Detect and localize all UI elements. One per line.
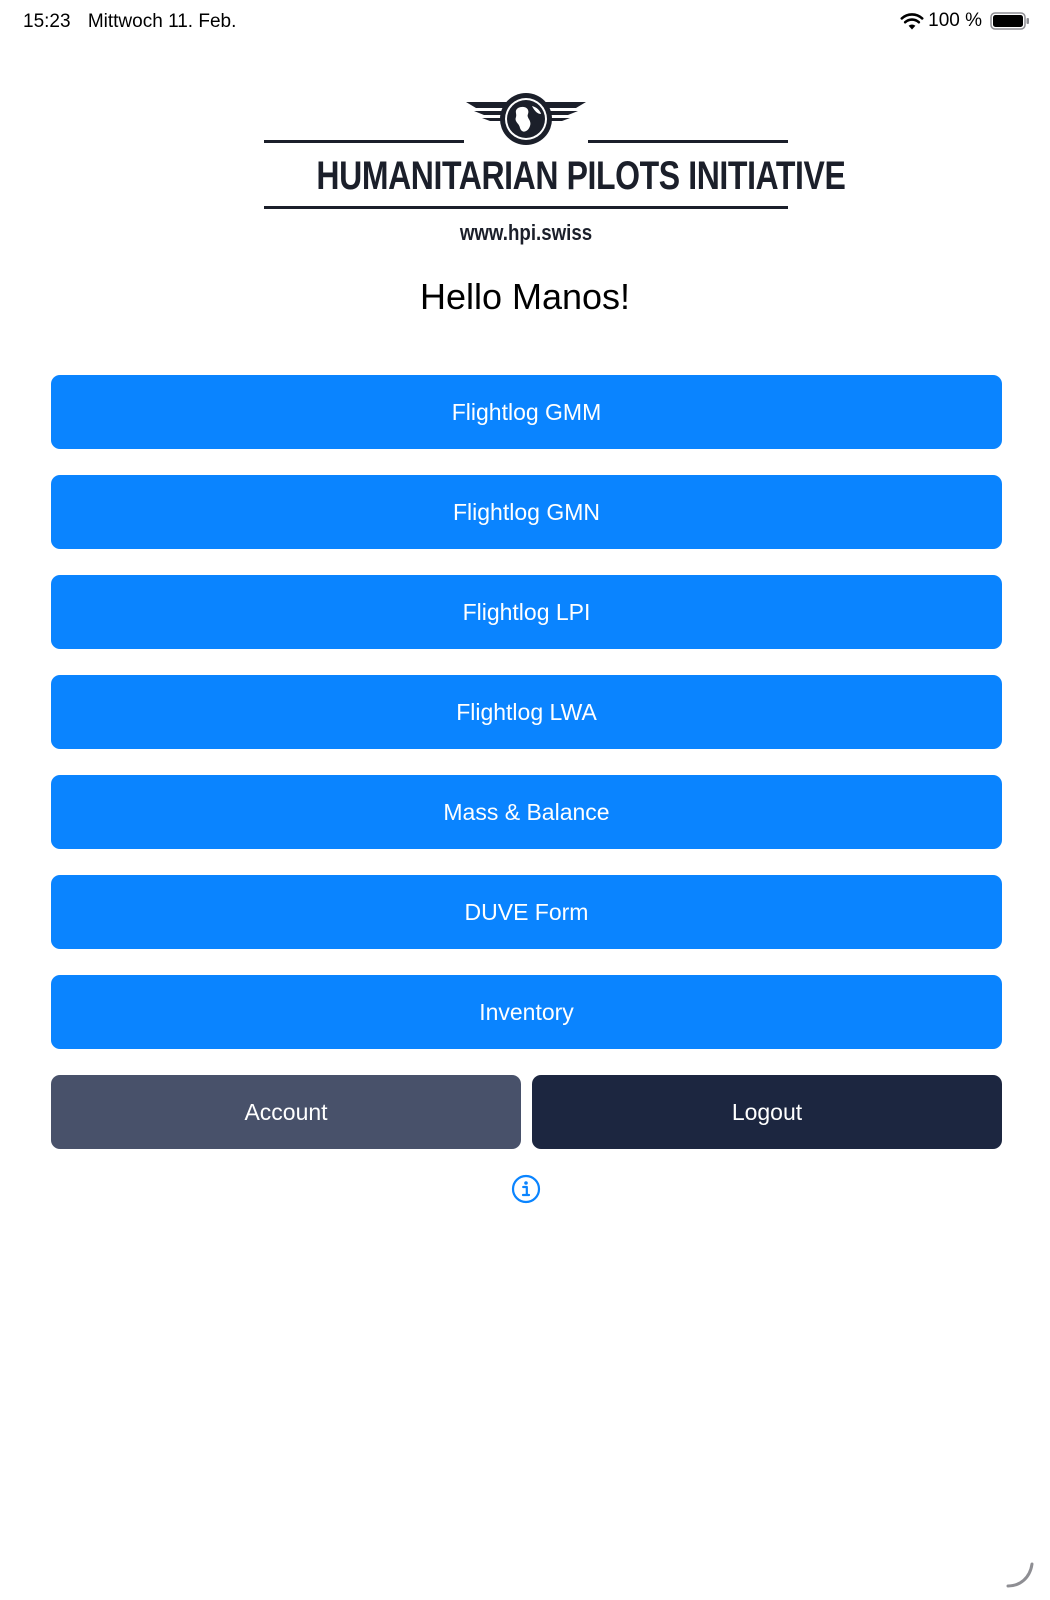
flightlog-gmn-button[interactable]: Flightlog GMN <box>51 475 1002 549</box>
status-indicators: 100 % <box>900 10 1030 32</box>
flightlog-gmm-button[interactable]: Flightlog GMM <box>51 375 1002 449</box>
duve-form-button[interactable]: DUVE Form <box>51 875 1002 949</box>
logo-rule-bottom <box>264 206 788 209</box>
wifi-icon <box>900 13 924 30</box>
globe-wings-icon <box>466 93 586 145</box>
inventory-button[interactable]: Inventory <box>51 975 1002 1049</box>
flightlog-lwa-button[interactable]: Flightlog LWA <box>51 675 1002 749</box>
logout-button[interactable]: Logout <box>532 1075 1002 1149</box>
mass-balance-button[interactable]: Mass & Balance <box>51 775 1002 849</box>
logo-title: HUMANITARIAN PILOTS INITIATIVE <box>316 154 846 198</box>
battery-percent: 100 % <box>928 10 982 31</box>
account-button[interactable]: Account <box>51 1075 521 1149</box>
corner-resize-icon <box>1006 1562 1034 1588</box>
logo-url: www.hpi.swiss <box>459 220 593 245</box>
logo-rule-top-left <box>264 140 464 143</box>
account-actions: Account Logout <box>51 1075 1002 1149</box>
status-time: 15:23 <box>23 11 71 32</box>
menu-list: Flightlog GMM Flightlog GMN Flightlog LP… <box>51 375 1002 1075</box>
hpi-logo: HUMANITARIAN PILOTS INITIATIVE www.hpi.s… <box>264 92 846 252</box>
status-date: Mittwoch 11. Feb. <box>87 11 237 32</box>
info-icon[interactable] <box>511 1174 541 1204</box>
flightlog-lpi-button[interactable]: Flightlog LPI <box>51 575 1002 649</box>
battery-icon <box>990 12 1029 30</box>
logo-rule-top-right <box>588 140 788 143</box>
greeting-text: Hello Manos! <box>419 276 631 317</box>
status-time-date: 15:23 Mittwoch 11. Feb. <box>23 11 236 33</box>
status-bar: 15:23 Mittwoch 11. Feb. 100 % <box>0 0 1050 44</box>
